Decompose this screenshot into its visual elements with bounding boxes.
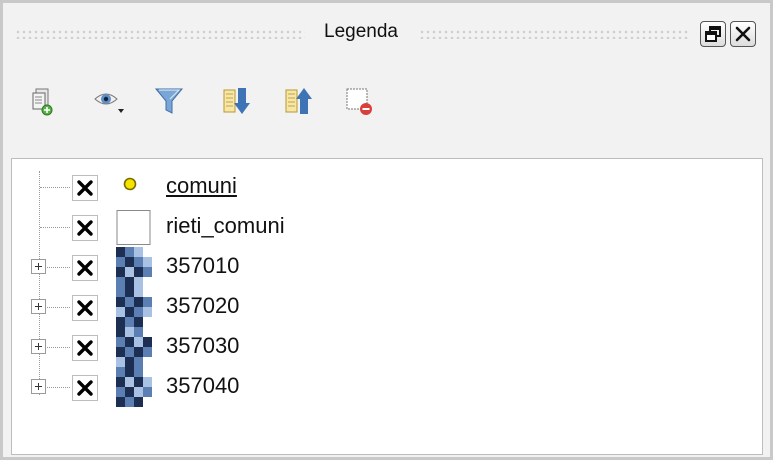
layer-label[interactable]: rieti_comuni [166, 213, 285, 239]
check-x-icon [77, 260, 93, 276]
polygon-symbol-icon [116, 210, 152, 246]
layer-row-rieti-comuni[interactable]: rieti_comuni [12, 207, 752, 247]
layer-row-357010[interactable]: 357010 [12, 247, 752, 287]
collapse-all-icon [285, 88, 312, 114]
expand-toggle[interactable] [31, 259, 46, 274]
close-icon [735, 26, 751, 42]
check-x-icon [77, 180, 93, 196]
legend-panel: Legenda comuni rieti_comuni 357010 35702… [0, 0, 773, 460]
layer-visibility-checkbox[interactable] [72, 335, 98, 361]
layer-label[interactable]: comuni [166, 173, 237, 199]
tree-branch [47, 307, 70, 308]
remove-layer-icon [346, 88, 372, 115]
raster-symbol-icon [116, 367, 152, 407]
check-x-icon [77, 220, 93, 236]
layer-row-357030[interactable]: 357030 [12, 327, 752, 367]
visibility-menu-button[interactable] [89, 81, 129, 121]
layer-label[interactable]: 357020 [166, 293, 239, 319]
title-grip-right [419, 29, 689, 39]
layer-label[interactable]: 357040 [166, 373, 239, 399]
expand-toggle[interactable] [31, 339, 46, 354]
check-x-icon [77, 300, 93, 316]
raster-symbol-icon [116, 287, 152, 327]
point-symbol-icon [116, 170, 152, 206]
layer-visibility-checkbox[interactable] [72, 175, 98, 201]
expand-toggle[interactable] [31, 379, 46, 394]
layer-row-357040[interactable]: 357040 [12, 367, 752, 407]
filter-button[interactable] [149, 81, 189, 121]
expand-toggle[interactable] [31, 299, 46, 314]
tree-branch [47, 387, 70, 388]
check-x-icon [77, 340, 93, 356]
filter-icon [154, 88, 184, 114]
layer-row-357020[interactable]: 357020 [12, 287, 752, 327]
tree-branch [47, 347, 70, 348]
raster-symbol-icon [116, 327, 152, 367]
layer-visibility-checkbox[interactable] [72, 295, 98, 321]
expand-all-icon [223, 88, 250, 114]
visibility-menu-icon [94, 93, 124, 113]
expand-all-button[interactable] [217, 81, 257, 121]
tree-branch [40, 187, 70, 188]
collapse-all-button[interactable] [279, 81, 319, 121]
close-button[interactable] [730, 21, 756, 47]
layer-label[interactable]: 357030 [166, 333, 239, 359]
layer-tree[interactable]: comuni rieti_comuni 357010 357020 357030… [11, 158, 763, 455]
add-group-icon [32, 88, 53, 116]
legend-titlebar[interactable]: Legenda [11, 15, 766, 53]
raster-symbol-icon [116, 247, 152, 287]
layer-visibility-checkbox[interactable] [72, 255, 98, 281]
float-icon [705, 26, 721, 42]
float-button[interactable] [700, 21, 726, 47]
remove-layer-button[interactable] [339, 81, 379, 121]
tree-branch [47, 267, 70, 268]
layer-visibility-checkbox[interactable] [72, 375, 98, 401]
panel-title: Legenda [324, 21, 398, 42]
layer-row-comuni[interactable]: comuni [12, 167, 752, 207]
layer-visibility-checkbox[interactable] [72, 215, 98, 241]
title-grip-left [15, 29, 305, 39]
legend-toolbar [23, 81, 423, 125]
tree-branch [40, 227, 70, 228]
check-x-icon [77, 380, 93, 396]
add-group-button[interactable] [23, 81, 63, 121]
layer-label[interactable]: 357010 [166, 253, 239, 279]
